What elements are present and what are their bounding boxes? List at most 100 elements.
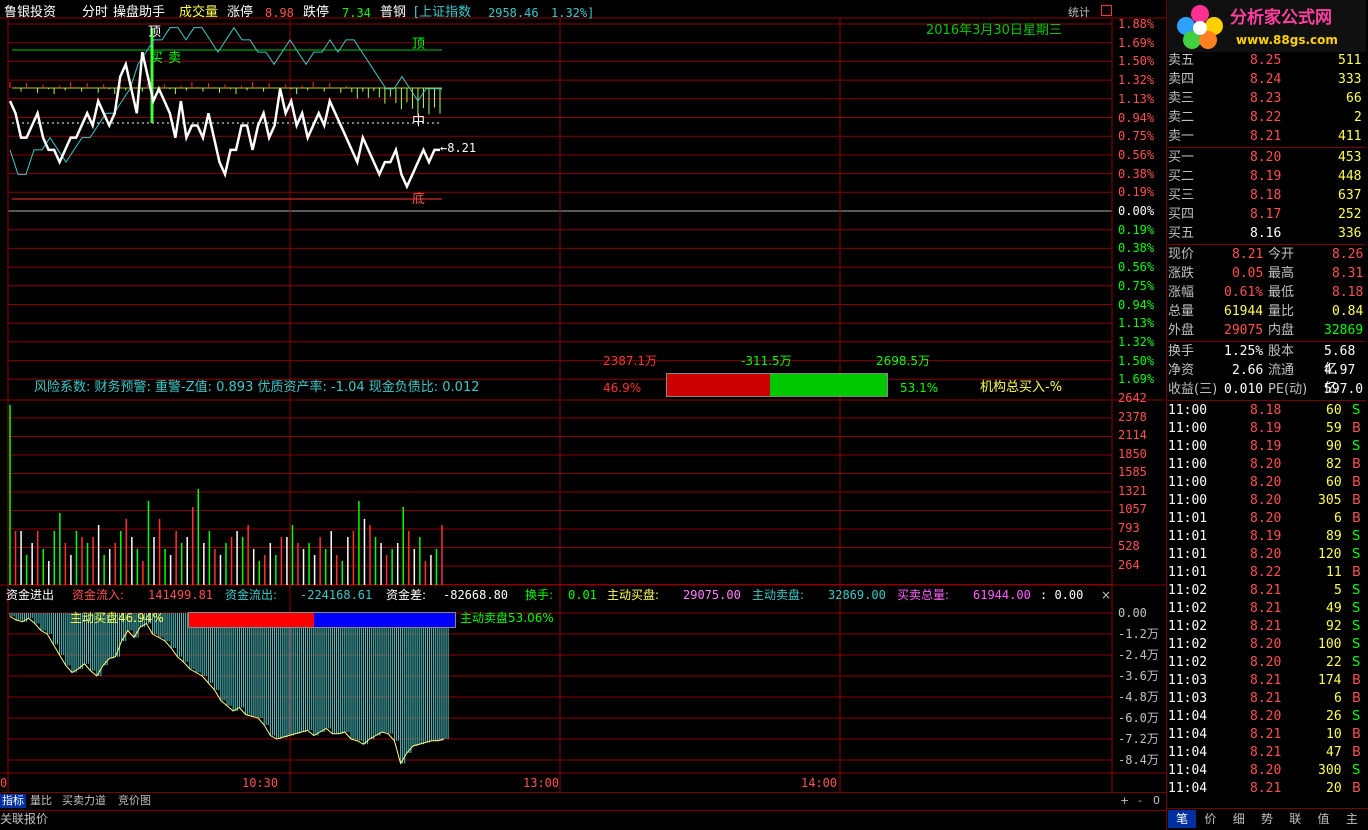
- tick-time: 11:04: [1168, 727, 1208, 742]
- tick-row[interactable]: 11:02 8.21 5 S: [1168, 582, 1366, 600]
- sell-level-row[interactable]: 卖五 8.25 511: [1168, 52, 1366, 70]
- quote-label: 最高: [1268, 266, 1295, 281]
- quote-label: 内盘: [1268, 323, 1295, 338]
- tick-row[interactable]: 11:02 8.20 22 S: [1168, 654, 1366, 672]
- tick-side: B: [1352, 673, 1361, 688]
- tick-row[interactable]: 11:01 8.20 120 S: [1168, 546, 1366, 564]
- tick-row[interactable]: 11:03 8.21 174 B: [1168, 672, 1366, 690]
- mode-intraday[interactable]: 分时: [82, 6, 108, 19]
- quote-label: 量比: [1268, 304, 1295, 319]
- tick-row[interactable]: 11:04 8.20 26 S: [1168, 708, 1366, 726]
- quote-row[interactable]: 现价 8.21 今开 8.26: [1168, 246, 1366, 264]
- tick-row[interactable]: 11:00 8.19 59 B: [1168, 420, 1366, 438]
- tick-time: 11:04: [1168, 781, 1208, 796]
- buy-level-label: 买四: [1168, 207, 1195, 222]
- fundamental-value: 1.25%: [1224, 344, 1264, 359]
- fundamental-row[interactable]: 净资 2.66 流通 4.97亿: [1168, 362, 1366, 396]
- tick-volume: 82: [1326, 457, 1342, 472]
- right-tab[interactable]: 势: [1253, 810, 1281, 828]
- sell-level-price: 8.21: [1250, 129, 1282, 144]
- pct-axis-label: 1.13%: [1118, 316, 1155, 331]
- pct-axis-label: 1.13%: [1118, 91, 1155, 106]
- status-related-quote[interactable]: 关联报价: [0, 813, 48, 825]
- tick-row[interactable]: 11:04 8.21 20 B: [1168, 780, 1366, 798]
- tick-row[interactable]: 11:00 8.20 305 B: [1168, 492, 1366, 510]
- tick-time: 11:00: [1168, 421, 1208, 436]
- buy-level-row[interactable]: 买五 8.16 336: [1168, 225, 1366, 243]
- tick-row[interactable]: 11:00 8.19 90 S: [1168, 438, 1366, 456]
- tick-row[interactable]: 11:02 8.21 92 S: [1168, 618, 1366, 636]
- buy-level-row[interactable]: 买一 8.20 453: [1168, 149, 1366, 167]
- tick-time: 11:02: [1168, 583, 1208, 598]
- chart-canvas[interactable]: [0, 0, 1166, 830]
- fundamental-label: 换手: [1168, 344, 1195, 359]
- sell-level-row[interactable]: 卖一 8.21 411: [1168, 128, 1366, 146]
- sell-level-row[interactable]: 卖二 8.22 2: [1168, 109, 1366, 127]
- sell-level-row[interactable]: 卖四 8.24 333: [1168, 71, 1366, 89]
- right-tab[interactable]: 值: [1309, 810, 1337, 828]
- tick-row[interactable]: 11:04 8.21 10 B: [1168, 726, 1366, 744]
- tick-row[interactable]: 11:04 8.20 300 S: [1168, 762, 1366, 780]
- tick-row[interactable]: 11:01 8.22 11 B: [1168, 564, 1366, 582]
- index-label[interactable]: [上证指数: [414, 6, 471, 19]
- sell-level-label: 卖一: [1168, 129, 1195, 144]
- tick-volume: 49: [1326, 601, 1342, 616]
- buy-level-volume: 252: [1338, 207, 1362, 222]
- tick-row[interactable]: 11:01 8.19 89 S: [1168, 528, 1366, 546]
- flow-axis-label: -6.0万: [1118, 711, 1159, 725]
- fundamental-value: 0.010: [1224, 382, 1264, 397]
- zoom-in-button[interactable]: +: [1118, 794, 1131, 808]
- quote-value: 8.21: [1232, 247, 1264, 262]
- pct-axis-label: 1.69%: [1118, 372, 1155, 387]
- buy-level-row[interactable]: 买二 8.19 448: [1168, 168, 1366, 186]
- buy-level-row[interactable]: 买三 8.18 637: [1168, 187, 1366, 205]
- quote-divider: [1168, 341, 1366, 342]
- tick-row[interactable]: 11:01 8.20 6 B: [1168, 510, 1366, 528]
- tick-side: B: [1352, 781, 1361, 796]
- quote-row[interactable]: 涨跌 0.05 最高 8.31: [1168, 265, 1366, 283]
- right-tab[interactable]: 主: [1338, 810, 1366, 828]
- right-tab[interactable]: 联: [1281, 810, 1309, 828]
- tick-price: 8.20: [1250, 709, 1282, 724]
- sell-level-row[interactable]: 卖三 8.23 66: [1168, 90, 1366, 108]
- pct-axis-label: 0.56%: [1118, 147, 1155, 162]
- tab-indicator[interactable]: 指标: [0, 794, 26, 808]
- tab-buy-sell-force[interactable]: 买卖力道: [60, 794, 108, 808]
- zoom-out-button[interactable]: -: [1136, 794, 1144, 808]
- tick-row[interactable]: 11:02 8.21 49 S: [1168, 600, 1366, 618]
- tick-row[interactable]: 11:03 8.21 6 B: [1168, 690, 1366, 708]
- tab-volume-ratio[interactable]: 量比: [28, 794, 54, 808]
- sell-level-price: 8.22: [1250, 110, 1282, 125]
- buy-level-price: 8.19: [1250, 169, 1282, 184]
- close-icon[interactable]: ×: [1101, 588, 1111, 602]
- tick-row[interactable]: 11:00 8.20 82 B: [1168, 456, 1366, 474]
- turnover-label: 换手:: [525, 588, 554, 602]
- buy-level-row[interactable]: 买四 8.17 252: [1168, 206, 1366, 224]
- pct-axis-label: 1.32%: [1118, 73, 1155, 88]
- reset-button[interactable]: 0: [1151, 794, 1162, 808]
- tick-row[interactable]: 11:00 8.20 60 B: [1168, 474, 1366, 492]
- tick-time: 11:04: [1168, 745, 1208, 760]
- tick-price: 8.20: [1250, 457, 1282, 472]
- tab-auction-chart[interactable]: 竞价图: [116, 794, 153, 808]
- quote-row[interactable]: 涨幅 0.61% 最低 8.18: [1168, 284, 1366, 302]
- fundamental-row[interactable]: 收益(三) 0.010 PE(动) 597.0: [1168, 381, 1366, 399]
- tick-row[interactable]: 11:04 8.21 47 B: [1168, 744, 1366, 762]
- mode-trade-assistant[interactable]: 操盘助手: [113, 6, 165, 19]
- right-tab[interactable]: 价: [1196, 810, 1224, 828]
- time-label-1300: 13:00: [523, 776, 560, 790]
- tick-price: 8.20: [1250, 547, 1282, 562]
- active-buy-sell-bar: [188, 612, 456, 628]
- quote-row[interactable]: 外盘 29075 内盘 32869: [1168, 322, 1366, 340]
- fundamental-row[interactable]: 换手 1.25% 股本 5.68亿: [1168, 343, 1366, 377]
- maximize-icon[interactable]: [1101, 5, 1112, 16]
- right-tab[interactable]: 细: [1225, 810, 1253, 828]
- tick-time: 11:04: [1168, 763, 1208, 778]
- stats-button[interactable]: 统计: [1068, 7, 1090, 18]
- right-tab[interactable]: 笔: [1168, 810, 1197, 828]
- quote-value: 8.31: [1332, 266, 1364, 281]
- tick-row[interactable]: 11:02 8.20 100 S: [1168, 636, 1366, 654]
- tick-row[interactable]: 11:00 8.18 60 S: [1168, 402, 1366, 420]
- tick-side: S: [1352, 637, 1361, 652]
- quote-row[interactable]: 总量 61944 量比 0.84: [1168, 303, 1366, 321]
